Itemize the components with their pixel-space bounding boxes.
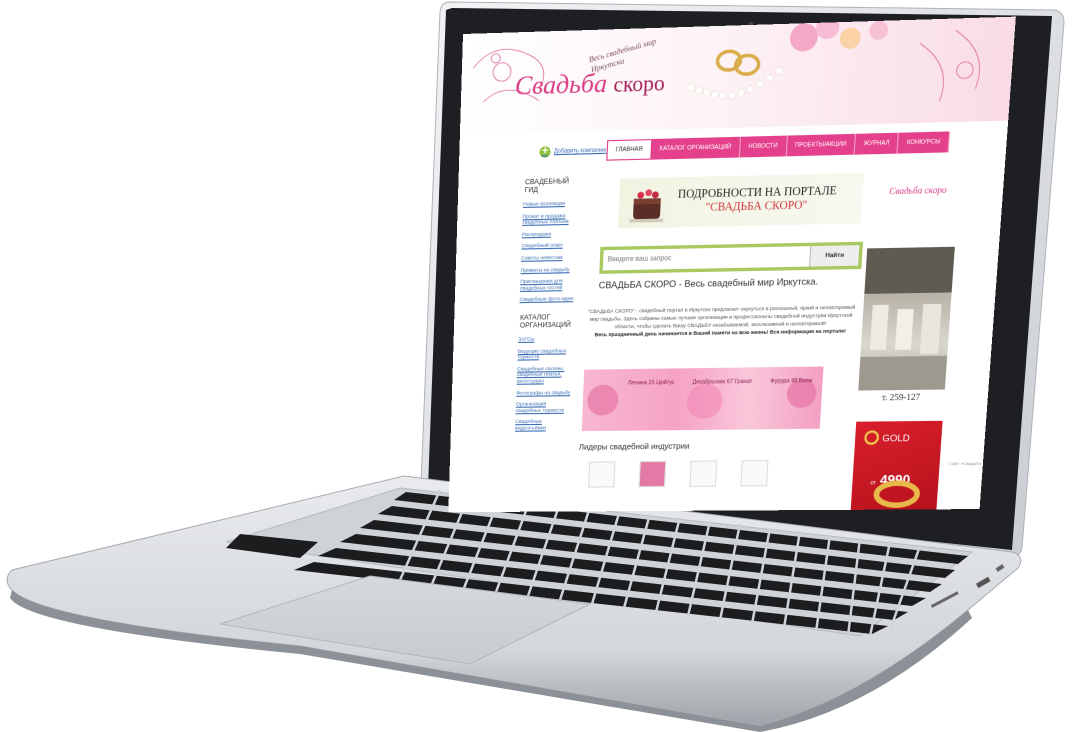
hall-phone: т. 259-127 [857, 390, 945, 407]
nav-item-news[interactable]: Новости [740, 136, 788, 158]
gold-ad[interactable]: GOLD от 4990 [851, 421, 943, 512]
sidebar-link[interactable]: Распродажи [522, 230, 579, 237]
leaders-heading: Лидеры свадебной индустрии [579, 441, 690, 452]
banquet-hall-image [858, 247, 955, 391]
pearls-icon [687, 67, 783, 100]
promo-item: Декабрьских 67 Гранат [692, 379, 752, 386]
site-logo[interactable]: Свадьба скоро [514, 67, 665, 101]
sidebar-link[interactable]: Приглашения для свадебных гостей [520, 278, 577, 291]
sidebar-link[interactable]: Прокат и продажа свадебных платьев [522, 212, 579, 226]
sidebar-link[interactable]: Новые коллекции [523, 200, 580, 208]
intro-bold-text: Весь праздничный день начинается в Вашей… [595, 328, 846, 337]
welcome-heading: СВАДЬБА СКОРО - Весь свадебный мир Иркут… [599, 277, 819, 291]
sidebar-link[interactable]: Фотографы на свадьбу [516, 389, 572, 396]
sidebar-link[interactable]: Приметы на свадьбу [521, 266, 578, 273]
add-company-label: Добавить компанию [554, 147, 607, 155]
leader-logo[interactable] [588, 461, 615, 487]
leader-logo[interactable] [639, 461, 667, 487]
sidebar-link[interactable]: Свадебные видеосъёмки [515, 418, 571, 431]
flower-decoration-icon [582, 366, 824, 431]
banner-text: ПОДРОБНОСТИ НА ПОРТАЛЕ "СВАДЬБА СКОРО" [677, 185, 837, 216]
sidebar-link[interactable]: Организация свадебных торжеств [516, 401, 572, 414]
promo-banner[interactable]: Ленина 15 Цейтус Декабрьских 67 Гранат Ф… [582, 366, 824, 431]
intro-text: "СВАДЬБА СКОРО" - свадебный портал в Ирк… [586, 303, 857, 331]
sidebar: Свадебный гид Новые коллекции Прокат и п… [511, 173, 581, 437]
sidebar-link[interactable]: Советы невестам [521, 254, 578, 261]
browser-screen: Весь свадебный мир Иркутска Свадьба скор… [448, 17, 1016, 513]
add-company-link[interactable]: + Добавить компанию [539, 145, 606, 158]
corner-logo: Свадьба скоро [889, 185, 947, 197]
rings-icon [717, 50, 760, 75]
sidebar-catalog-title: Каталог организаций [520, 313, 576, 329]
search-input[interactable]: Введите ваш запрос [603, 246, 810, 270]
main-nav: Главная Каталог организаций Новости Прое… [606, 131, 950, 160]
nav-item-contests[interactable]: Конкурсы [898, 131, 950, 153]
cake-icon [629, 182, 665, 224]
sidebar-link[interactable]: Свадебные салоны, свадебные платья, аксе… [517, 365, 574, 384]
sidebar-guide-title: Свадебный гид [525, 177, 581, 194]
nav-item-projects[interactable]: Проекты/Акции [786, 134, 856, 157]
nav-item-catalog[interactable]: Каталог организаций [651, 137, 741, 160]
plus-icon: + [539, 146, 551, 158]
leader-logo[interactable] [689, 460, 717, 486]
intro-block: "СВАДЬБА СКОРО" - свадебный портал в Ирк… [585, 303, 856, 339]
leader-logo[interactable] [740, 460, 768, 486]
leader-logos [588, 460, 768, 488]
sidebar-link[interactable]: Свадебный ответ [521, 242, 578, 249]
portal-banner[interactable]: ПОДРОБНОСТИ НА ПОРТАЛЕ "СВАДЬБА СКОРО" [618, 173, 864, 229]
gold-ring-image [851, 421, 943, 512]
site-header: Весь свадебный мир Иркутска Свадьба скор… [460, 17, 1016, 135]
nav-item-home[interactable]: Главная [606, 139, 652, 161]
sidebar-link[interactable]: ЗАГСы [518, 335, 574, 342]
sidebar-link[interactable]: Ведущие свадебных торжеств [517, 347, 574, 360]
search-button[interactable]: Найти [809, 245, 859, 266]
promo-item: Фурура 48 Вояж [770, 378, 813, 385]
nav-item-journal[interactable]: Журнал [855, 133, 900, 155]
sidebar-link[interactable]: Свадебные фото-идеи [520, 296, 577, 303]
promo-item: Ленина 15 Цейтус [628, 380, 675, 387]
banquet-hall-ad[interactable]: т. 259-127 [857, 247, 955, 406]
logo-text: Свадьба [514, 69, 607, 100]
logo-subtext: скоро [613, 72, 665, 98]
search-bar: Введите ваш запрос Найти [599, 242, 863, 274]
